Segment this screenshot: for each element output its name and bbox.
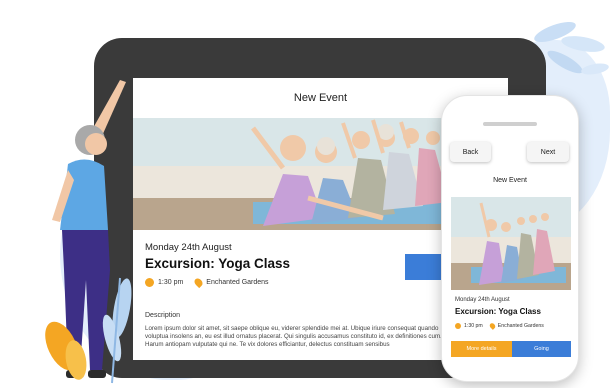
phone-device: Back Next New Event Monday 24th August E… xyxy=(441,95,579,382)
next-button[interactable]: Next xyxy=(527,142,569,162)
tablet-event-meta: 1:30 pm Enchanted Gardens xyxy=(145,276,269,289)
phone-event-meta: 1:30 pm Enchanted Gardens xyxy=(455,322,544,330)
more-details-button[interactable]: More details xyxy=(451,341,512,357)
tablet-event-time: 1:30 pm xyxy=(158,279,184,286)
yoga-class-photo xyxy=(451,197,571,290)
phone-event-date: Monday 24th August xyxy=(455,297,510,303)
clock-icon xyxy=(145,278,154,287)
plant-illustration xyxy=(45,277,132,384)
location-pin-icon xyxy=(193,276,205,289)
tablet-event-location: Enchanted Gardens xyxy=(206,279,269,286)
phone-event-photo xyxy=(451,197,571,290)
clock-icon xyxy=(455,323,461,329)
phone-event-name: Excursion: Yoga Class xyxy=(455,307,541,316)
tablet-event-name: Excursion: Yoga Class xyxy=(145,256,291,271)
phone-speaker xyxy=(483,122,537,126)
phone-event-time: 1:30 pm xyxy=(464,323,483,329)
tablet-event-date: Monday 24th August xyxy=(145,242,232,253)
tablet-description-heading: Description xyxy=(145,312,181,319)
back-button[interactable]: Back xyxy=(450,142,491,162)
tablet-description-text: Lorem ipsum dolor sit amet, sit saepe ob… xyxy=(145,325,442,348)
phone-page-title: New Event xyxy=(493,177,527,184)
going-button[interactable]: Going xyxy=(512,341,571,357)
location-pin-icon xyxy=(488,322,497,330)
phone-event-location: Enchanted Gardens xyxy=(497,323,544,329)
